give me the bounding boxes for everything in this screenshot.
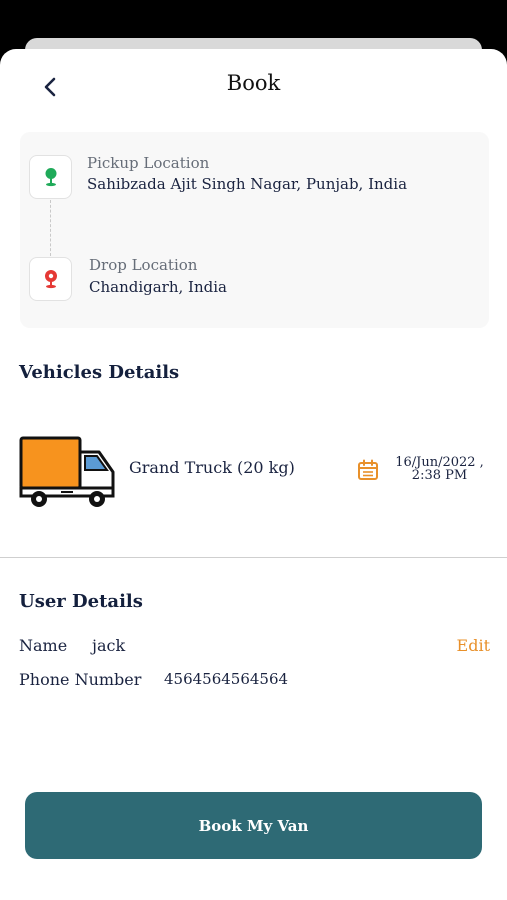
vehicle-time-line: 2:38 PM [411, 468, 468, 483]
calendar-icon[interactable] [357, 459, 379, 481]
pickup-location-label: Pickup Location [87, 154, 210, 172]
drop-pin-box [29, 257, 72, 301]
vehicle-datetime[interactable]: 16/Jun/2022 , 2:38 PM [392, 456, 487, 482]
drop-location-label: Drop Location [89, 256, 198, 274]
vehicles-details-title: Vehicles Details [19, 362, 180, 383]
section-divider [0, 557, 507, 558]
name-label: Name [19, 636, 68, 655]
pickup-location-value[interactable]: Sahibzada Ajit Singh Nagar, Punjab, Indi… [87, 175, 407, 193]
location-card: Pickup Location Sahibzada Ajit Singh Nag… [20, 132, 489, 328]
phone-number-value: 4564564564564 [164, 670, 289, 688]
name-value: jack [92, 636, 126, 655]
truck-icon [19, 436, 115, 507]
edit-user-button[interactable]: Edit [457, 636, 490, 655]
booking-sheet: Book Pickup Location Sahibzada Ajit Sing… [0, 49, 507, 900]
pickup-pin-box [29, 155, 72, 199]
phone-number-label: Phone Number [19, 670, 142, 689]
pickup-location-icon [45, 168, 56, 187]
book-my-van-button[interactable]: Book My Van [25, 792, 482, 859]
drop-location-value[interactable]: Chandigarh, India [89, 278, 227, 296]
vehicle-name: Grand Truck (20 kg) [129, 458, 295, 477]
page-title: Book [226, 71, 281, 95]
drop-location-icon [44, 270, 57, 289]
user-details-title: User Details [19, 591, 143, 612]
route-dash-line [50, 200, 51, 256]
